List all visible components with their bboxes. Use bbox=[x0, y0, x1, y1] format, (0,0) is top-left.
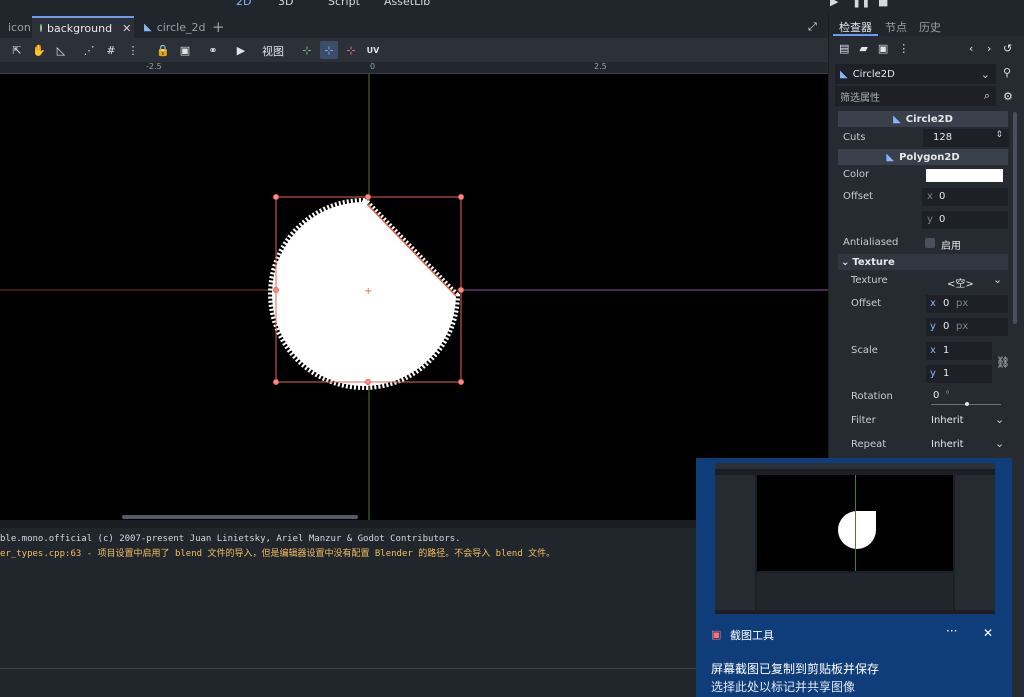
color-swatch[interactable] bbox=[926, 169, 1003, 182]
close-icon[interactable]: ✕ bbox=[983, 626, 993, 640]
filter-input[interactable]: 筛选属性 ⌕ bbox=[835, 86, 996, 106]
texture-offset-x-input[interactable]: x 0 px bbox=[926, 295, 1008, 313]
back-icon[interactable]: ‹ bbox=[969, 42, 973, 55]
snap-options-icon[interactable]: ⋮ bbox=[124, 41, 142, 59]
filter-label: Filter bbox=[851, 415, 876, 426]
scene-tabs: icon background ✕ ◣ circle_2d + ⤢ bbox=[0, 14, 828, 38]
antialiased-checkbox[interactable] bbox=[925, 238, 935, 248]
chevron-down-icon[interactable]: ⌄ bbox=[995, 413, 1004, 426]
horizontal-ruler: -2.5 0 2.5 bbox=[0, 62, 828, 74]
tab-history[interactable]: 历史 bbox=[919, 19, 941, 35]
circle2d-node-icon: ◣ bbox=[840, 68, 848, 80]
texture-value[interactable]: <空> bbox=[947, 275, 974, 290]
output-warning-line: er_types.cpp:63 - 项目设置中启用了 blend 文件的导入，但… bbox=[0, 549, 556, 559]
scale-x-input[interactable]: x 1 bbox=[926, 342, 992, 360]
texture-offset-y-input[interactable]: y 0 px bbox=[926, 318, 1008, 336]
filter-options-icon[interactable]: ⚙ bbox=[1003, 90, 1013, 103]
scale-label: Scale bbox=[851, 345, 878, 356]
close-icon[interactable]: ✕ bbox=[122, 22, 131, 35]
select-mode-icon[interactable]: ⇱ bbox=[8, 41, 26, 59]
rotation-value[interactable]: 0 bbox=[933, 390, 939, 401]
workspace-bar: 2D 3D Script AssetLib ▶ ❚❚ ■ bbox=[0, 0, 1024, 14]
camera-icon[interactable]: ▶ bbox=[232, 41, 250, 59]
screenshot-thumbnail bbox=[715, 463, 995, 614]
tab-circle-2d[interactable]: ◣ circle_2d bbox=[136, 16, 213, 38]
chevron-down-icon: ⌄ bbox=[841, 256, 850, 268]
rotation-label: Rotation bbox=[851, 391, 893, 402]
toast-subtitle: 选择此处以标记并共享图像 bbox=[711, 680, 856, 694]
history-icon[interactable]: ↺ bbox=[1003, 42, 1012, 55]
tab-node[interactable]: 节点 bbox=[885, 19, 907, 35]
texture-offset-label: Offset bbox=[851, 298, 882, 309]
color-label: Color bbox=[843, 169, 870, 180]
edit-points-icon[interactable]: ⊹ bbox=[320, 41, 338, 59]
toast-app-name: 截图工具 bbox=[730, 629, 774, 642]
workspace-assetlib-button[interactable]: AssetLib bbox=[384, 0, 430, 8]
object-properties-icon[interactable]: ⚲ bbox=[1003, 66, 1011, 79]
polygon-vertex bbox=[362, 199, 368, 205]
inspector-scrollbar[interactable] bbox=[1013, 112, 1017, 324]
stop-icon[interactable]: ■ bbox=[878, 0, 888, 8]
snipping-app-icon: ▣ bbox=[711, 628, 722, 641]
antialiased-label: Antialiased bbox=[843, 237, 899, 248]
open-folder-icon[interactable]: ▰ bbox=[859, 42, 867, 55]
output-line: ble.mono.official (c) 2007-present Juan … bbox=[0, 534, 461, 544]
tab-inspector[interactable]: 检查器 bbox=[839, 19, 872, 35]
view-menu[interactable]: 视图 bbox=[262, 43, 284, 59]
save-icon[interactable]: ▣ bbox=[878, 42, 888, 55]
section-circle2d: ◣ Circle2D bbox=[838, 111, 1008, 127]
canvas-viewport[interactable]: + bbox=[0, 74, 828, 520]
search-icon: ⌕ bbox=[983, 89, 990, 102]
link-icon[interactable]: ⛓ bbox=[996, 356, 1010, 369]
pivot-icon: + bbox=[364, 286, 372, 297]
lock-icon[interactable]: 🔒 bbox=[154, 41, 172, 59]
grid-snap-icon[interactable]: # bbox=[102, 41, 120, 59]
offset-y-input[interactable]: y 0 bbox=[922, 211, 1008, 229]
filter-value[interactable]: Inherit bbox=[931, 415, 964, 426]
repeat-value[interactable]: Inherit bbox=[931, 439, 964, 450]
create-points-icon[interactable]: ⊹ bbox=[298, 41, 316, 59]
fullscreen-icon[interactable]: ⤢ bbox=[800, 16, 825, 38]
pause-icon[interactable]: ❚❚ bbox=[852, 0, 870, 8]
pan-mode-icon[interactable]: ✋ bbox=[30, 41, 48, 59]
delete-points-icon[interactable]: ⊹ bbox=[342, 41, 360, 59]
play-icon[interactable]: ▶ bbox=[830, 0, 838, 8]
group-icon[interactable]: ▣ bbox=[176, 41, 194, 59]
node-selector[interactable]: ◣ Circle2D ⌄ bbox=[835, 64, 996, 84]
add-tab-button[interactable]: + bbox=[204, 16, 233, 38]
repeat-label: Repeat bbox=[851, 439, 887, 450]
workspace-script-button[interactable]: Script bbox=[328, 0, 360, 8]
workspace-3d-button[interactable]: 3D bbox=[278, 0, 293, 8]
more-options-icon[interactable]: ··· bbox=[946, 624, 957, 638]
more-icon[interactable]: ⋮ bbox=[898, 42, 909, 55]
forward-icon[interactable]: › bbox=[987, 42, 991, 55]
slider-handle[interactable] bbox=[965, 402, 969, 406]
chevron-down-icon[interactable]: ⌄ bbox=[993, 273, 1002, 286]
section-polygon2d: ◣ Polygon2D bbox=[838, 149, 1008, 165]
chevron-down-icon: ⌄ bbox=[980, 67, 990, 81]
ruler-mode-icon[interactable]: ◺ bbox=[52, 41, 70, 59]
canvas-drawing: + bbox=[0, 74, 828, 520]
workspace-2d-button[interactable]: 2D bbox=[236, 0, 251, 8]
node-circle-icon bbox=[40, 24, 42, 32]
texture-label: Texture bbox=[851, 275, 888, 286]
snipping-toast[interactable]: ▣ 截图工具 ··· ✕ 屏幕截图已复制到剪贴板并保存 选择此处以标记并共享图像 bbox=[696, 458, 1012, 697]
cuts-input[interactable]: 128 ⇕ bbox=[923, 129, 1009, 147]
uv-editor-button[interactable]: UV bbox=[364, 41, 382, 59]
smart-snap-icon[interactable]: ⋰ bbox=[80, 41, 98, 59]
stepper-icon: ⇕ bbox=[995, 130, 1003, 140]
offset-x-input[interactable]: x 0 bbox=[922, 188, 1008, 206]
circle2d-node-icon: ◣ bbox=[144, 21, 152, 33]
scale-y-input[interactable]: y 1 bbox=[926, 365, 992, 383]
texture-section[interactable]: ⌄ Texture bbox=[838, 254, 1008, 270]
chevron-down-icon[interactable]: ⌄ bbox=[995, 437, 1004, 450]
new-resource-icon[interactable]: ▤ bbox=[839, 42, 849, 55]
cuts-label: Cuts bbox=[843, 132, 866, 143]
horizontal-scrollbar bbox=[122, 515, 358, 519]
tab-background[interactable]: background ✕ bbox=[32, 16, 134, 38]
offset-label: Offset bbox=[843, 191, 874, 202]
toast-title: 屏幕截图已复制到剪贴板并保存 bbox=[711, 662, 880, 676]
canvas-toolbar: ⇱ ✋ ◺ ⋰ # ⋮ 🔒 ▣ ⚭ ▶ 视图 ⊹ ⊹ ⊹ UV bbox=[0, 38, 828, 62]
skeleton-icon[interactable]: ⚭ bbox=[204, 41, 222, 59]
